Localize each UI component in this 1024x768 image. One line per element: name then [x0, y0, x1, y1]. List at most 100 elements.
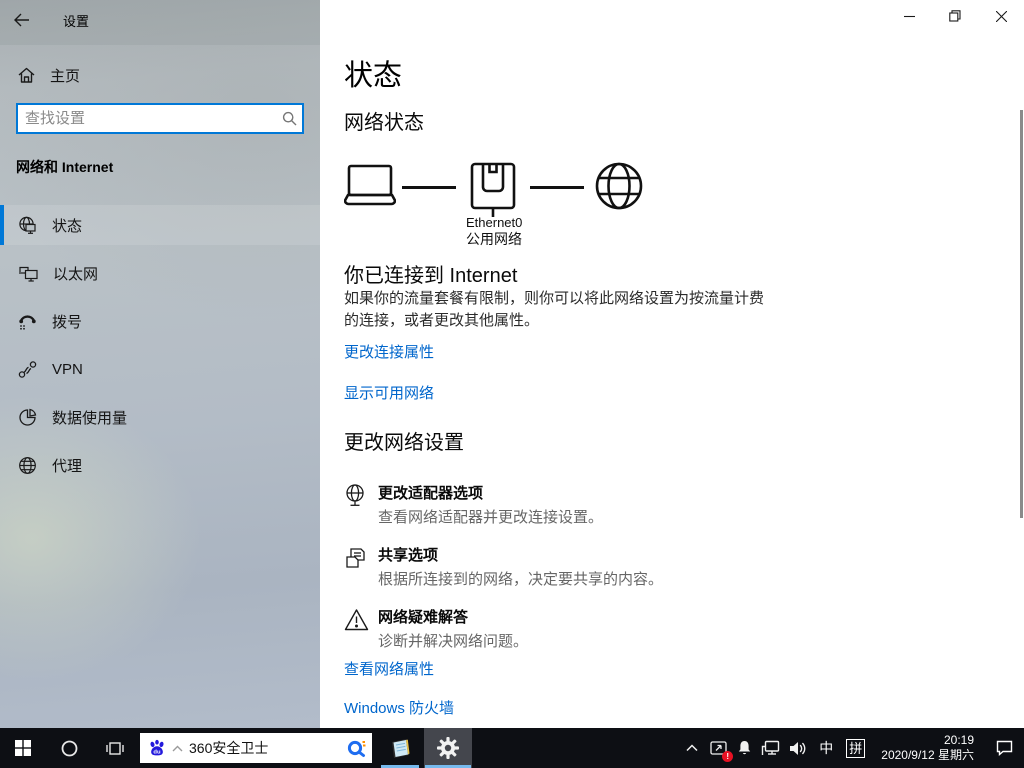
taskbar-app-notepad[interactable]	[376, 728, 424, 768]
tray-show-hidden-icons[interactable]	[680, 728, 704, 768]
data-usage-pie-icon	[18, 408, 37, 427]
sidebar-item-home[interactable]: 主页	[0, 56, 320, 94]
ethernet-network-icon	[761, 740, 780, 756]
back-button[interactable]	[0, 0, 42, 40]
show-available-networks-link[interactable]: 显示可用网络	[344, 382, 434, 403]
sharing-options-icon	[344, 546, 368, 570]
chevron-up-icon[interactable]	[172, 745, 183, 752]
sidebar-item-label: 数据使用量	[52, 407, 127, 428]
taskbar-search-text: 360安全卫士	[189, 738, 347, 758]
clock-date: 2020/9/12 星期六	[881, 748, 974, 763]
sharing-options-item[interactable]: 共享选项 根据所连接到的网络，决定要共享的内容。	[344, 544, 804, 589]
sidebar-section-label: 网络和 Internet	[16, 157, 113, 177]
network-status-icon	[18, 216, 37, 235]
dialup-phone-icon	[18, 313, 37, 330]
chevron-up-icon	[686, 744, 698, 752]
internet-globe-icon	[594, 161, 644, 211]
sidebar-nav: 状态 以太网 拨号	[0, 205, 320, 493]
task-view-button[interactable]	[92, 728, 138, 768]
connected-heading: 你已连接到 Internet	[344, 259, 517, 288]
proxy-globe-icon	[18, 456, 37, 475]
sidebar-item-dialup[interactable]: 拨号	[0, 301, 320, 341]
network-troubleshooter-item[interactable]: 网络疑难解答 诊断并解决网络问题。	[344, 606, 804, 651]
item-title: 更改适配器选项	[378, 482, 804, 503]
network-type: 公用网络	[466, 231, 522, 248]
main-content: 状态 网络状态	[320, 0, 1024, 728]
tray-volume[interactable]	[784, 728, 812, 768]
clock-time: 20:19	[881, 733, 974, 748]
settings-search-input[interactable]	[18, 105, 276, 132]
window-controls	[886, 0, 1024, 32]
scrollbar-thumb[interactable]	[1020, 110, 1023, 518]
sidebar-item-label: 以太网	[53, 263, 98, 284]
sidebar-item-label: 状态	[52, 215, 82, 236]
network-status-heading: 网络状态	[344, 106, 424, 135]
connection-line	[402, 186, 456, 189]
sidebar-item-label: 拨号	[52, 311, 82, 332]
search-icon[interactable]	[276, 111, 302, 126]
start-button[interactable]	[0, 728, 46, 768]
connection-labels: Ethernet0 公用网络	[466, 214, 522, 248]
network-diagram	[344, 160, 664, 218]
close-icon	[996, 11, 1007, 22]
laptop-icon	[344, 164, 396, 208]
speaker-icon	[789, 741, 807, 756]
minimize-button[interactable]	[886, 0, 932, 32]
adapter-options-icon	[344, 484, 368, 508]
tray-security-center[interactable]: !	[704, 728, 732, 768]
taskbar-search-box[interactable]: du 360安全卫士	[140, 733, 372, 763]
sidebar-item-proxy[interactable]: 代理	[0, 445, 320, 485]
settings-search-box	[16, 103, 304, 134]
sidebar-item-status[interactable]: 状态	[0, 205, 320, 245]
taskbar-clock[interactable]: 20:19 2020/9/12 星期六	[873, 733, 984, 763]
restore-button[interactable]	[932, 0, 978, 32]
change-network-settings-heading: 更改网络设置	[344, 426, 464, 455]
item-description: 根据所连接到的网络，决定要共享的内容。	[378, 568, 804, 589]
ime-mode-indicator[interactable]: 拼	[846, 739, 865, 758]
taskbar: du 360安全卫士	[0, 728, 1024, 768]
baidu-icon: du	[148, 739, 166, 757]
titlebar-left: 设置	[0, 0, 320, 40]
gear-icon	[436, 736, 460, 760]
warning-triangle-icon	[344, 608, 369, 631]
ethernet-icon	[18, 265, 38, 282]
sidebar-item-label: VPN	[52, 361, 83, 378]
sidebar-item-ethernet[interactable]: 以太网	[0, 253, 320, 293]
change-adapter-options-item[interactable]: 更改适配器选项 查看网络适配器并更改连接设置。	[344, 482, 804, 527]
cortana-button[interactable]	[46, 728, 92, 768]
connection-line	[530, 186, 584, 189]
bell-icon	[737, 740, 752, 756]
back-arrow-icon	[13, 13, 30, 27]
vpn-icon	[18, 361, 37, 378]
windows-firewall-link[interactable]: Windows 防火墙	[344, 697, 454, 718]
settings-window: 设置 主页 网络和 Internet 状态	[0, 0, 1024, 728]
item-title: 网络疑难解答	[378, 606, 804, 627]
view-network-properties-link[interactable]: 查看网络属性	[344, 658, 434, 679]
page-title: 状态	[344, 52, 402, 94]
tray-network[interactable]	[756, 728, 784, 768]
action-center-icon	[996, 740, 1013, 756]
system-tray: !	[680, 728, 1024, 768]
sidebar-item-data-usage[interactable]: 数据使用量	[0, 397, 320, 437]
connection-name: Ethernet0	[466, 214, 522, 231]
home-icon	[18, 67, 35, 83]
tray-notification-bell[interactable]	[732, 728, 756, 768]
taskbar-app-settings[interactable]	[424, 728, 472, 768]
notepad-icon	[388, 736, 413, 761]
item-description: 查看网络适配器并更改连接设置。	[378, 506, 804, 527]
sidebar-home-label: 主页	[50, 65, 80, 86]
sidebar-item-label: 代理	[52, 455, 82, 476]
cortana-circle-icon	[61, 740, 78, 757]
360-search-icon[interactable]	[347, 739, 366, 758]
connection-description: 如果你的流量套餐有限制，则你可以将此网络设置为按流量计费的连接，或者更改其他属性…	[344, 288, 764, 332]
sidebar: 设置 主页 网络和 Internet 状态	[0, 0, 320, 728]
ethernet-plug-icon	[470, 162, 518, 218]
svg-text:du: du	[153, 749, 161, 755]
change-connection-properties-link[interactable]: 更改连接属性	[344, 341, 434, 362]
task-view-icon	[106, 741, 124, 756]
item-title: 共享选项	[378, 544, 804, 565]
close-button[interactable]	[978, 0, 1024, 32]
ime-language-indicator[interactable]: 中	[812, 738, 840, 758]
action-center-button[interactable]	[984, 728, 1024, 768]
sidebar-item-vpn[interactable]: VPN	[0, 349, 320, 389]
